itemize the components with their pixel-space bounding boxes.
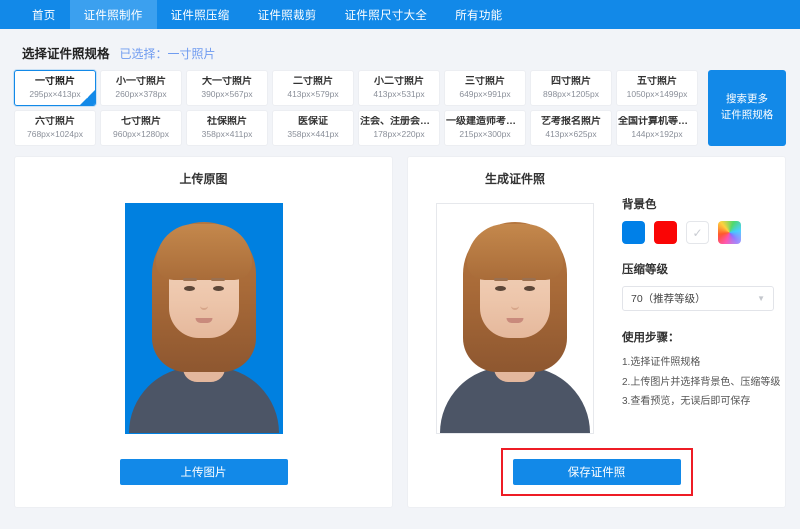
generated-panel-title: 生成证件照	[484, 172, 545, 186]
generated-photo-column: 生成证件照	[408, 170, 622, 434]
generated-photo	[436, 203, 594, 434]
spec-card-1cun[interactable]: 一寸照片 295px×413px ✓	[14, 70, 96, 106]
spec-name: 全国计算机等级...	[618, 115, 696, 127]
spec-size: 413px×531px	[373, 89, 425, 100]
spec-size: 413px×579px	[287, 89, 339, 100]
generation-controls: 背景色 ✓ 压缩等级 70（推荐等级） ▼ 使用步骤： 1.选择证件照规格 2.…	[622, 196, 782, 412]
spec-section-header: 选择证件照规格 已选择：一寸照片	[0, 29, 800, 70]
compression-level-value: 70（推荐等级）	[631, 293, 706, 305]
spec-grid: 一寸照片 295px×413px ✓ 小一寸照片 260px×378px 大一寸…	[14, 70, 702, 146]
search-more-line1: 搜索更多	[726, 93, 768, 106]
spec-card-large-1cun[interactable]: 大一寸照片 390px×567px	[186, 70, 268, 106]
nav-tab-id-photo-compress[interactable]: 证件照压缩	[157, 0, 244, 29]
spec-card-6cun[interactable]: 六寸照片 768px×1024px	[14, 110, 96, 146]
white-swatch[interactable]: ✓	[686, 221, 709, 244]
spec-chooser: 一寸照片 295px×413px ✓ 小一寸照片 260px×378px 大一寸…	[14, 70, 786, 148]
spec-size: 413px×625px	[545, 129, 597, 140]
spec-name: 四寸照片	[551, 75, 591, 87]
blue-swatch[interactable]	[622, 221, 645, 244]
spec-size: 960px×1280px	[112, 129, 169, 140]
spec-card-7cun[interactable]: 七寸照片 960px×1280px	[100, 110, 182, 146]
spec-size: 649px×991px	[459, 89, 511, 100]
chevron-down-icon: ▼	[757, 294, 765, 303]
usage-steps-title: 使用步骤：	[622, 332, 680, 344]
spec-size: 358px×441px	[287, 129, 339, 140]
spec-name: 六寸照片	[35, 115, 75, 127]
spec-size: 260px×378px	[115, 89, 167, 100]
check-icon: ✓	[80, 90, 95, 105]
portrait-image	[437, 204, 593, 433]
nav-tab-home[interactable]: 首页	[18, 0, 70, 29]
spec-card-medical-insurance[interactable]: 医保证 358px×441px	[272, 110, 354, 146]
background-color-swatches: ✓	[622, 221, 774, 244]
spec-card-2cun[interactable]: 二寸照片 413px×579px	[272, 70, 354, 106]
custom-color-swatch[interactable]	[718, 221, 741, 244]
spec-card-art-exam[interactable]: 艺考报名照片 413px×625px	[530, 110, 612, 146]
selected-spec-label: 已选择：一寸照片	[119, 47, 216, 61]
portrait-image	[126, 204, 282, 433]
spec-name: 小一寸照片	[116, 75, 166, 87]
original-photo	[124, 203, 283, 434]
search-more-line2: 证件照规格	[720, 109, 774, 121]
spec-name: 社保照片	[207, 115, 247, 127]
spec-card-3cun[interactable]: 三寸照片 649px×991px	[444, 70, 526, 106]
spec-size: 295px×413px	[29, 89, 81, 100]
spec-size: 898px×1205px	[542, 89, 599, 100]
usage-step-2: 2.上传图片并选择背景色、压缩等级	[622, 376, 781, 388]
spec-size: 178px×220px	[373, 129, 425, 140]
workspace: 上传原图 上传图片 生成证件照 背景色 ✓ 压缩等级 70（推荐等级） ▼ 使用…	[14, 156, 786, 508]
spec-size: 390px×567px	[201, 89, 253, 100]
spec-name: 小二寸照片	[374, 75, 424, 87]
spec-card-constructor-exam[interactable]: 一级建造师考试... 215px×300px	[444, 110, 526, 146]
spec-name: 大一寸照片	[202, 75, 252, 87]
upload-image-button[interactable]: 上传图片	[119, 459, 288, 485]
spec-card-social-security[interactable]: 社保照片 358px×411px	[186, 110, 268, 146]
spec-name: 医保证	[298, 115, 328, 127]
check-icon: ✓	[692, 225, 703, 240]
spec-size: 215px×300px	[459, 129, 511, 140]
spec-size: 144px×192px	[631, 129, 683, 140]
save-id-photo-button[interactable]: 保存证件照	[512, 459, 681, 485]
generated-photo-panel: 生成证件照 背景色 ✓ 压缩等级 70（推荐等级） ▼ 使用步骤： 1.选择证件…	[407, 156, 786, 508]
search-more-specs-button[interactable]: 搜索更多 证件照规格	[708, 70, 786, 146]
usage-step-3: 3.查看预览，无误后即可保存	[622, 396, 751, 407]
spec-card-5cun[interactable]: 五寸照片 1050px×1499px	[616, 70, 698, 106]
spec-card-cpa[interactable]: 注会、注册会计... 178px×220px	[358, 110, 440, 146]
spec-name: 一寸照片	[35, 75, 75, 87]
spec-name: 一级建造师考试...	[446, 115, 524, 127]
spec-card-4cun[interactable]: 四寸照片 898px×1205px	[530, 70, 612, 106]
spec-size: 1050px×1499px	[626, 89, 688, 100]
spec-card-computer-rank-exam[interactable]: 全国计算机等级... 144px×192px	[616, 110, 698, 146]
spec-name: 七寸照片	[121, 115, 161, 127]
upload-panel-title: 上传原图	[179, 172, 228, 186]
upload-original-panel: 上传原图 上传图片	[14, 156, 393, 508]
spec-name: 二寸照片	[293, 75, 333, 87]
usage-step-1: 1.选择证件照规格	[622, 357, 701, 368]
spec-name: 艺考报名照片	[541, 115, 601, 127]
spec-size: 358px×411px	[201, 129, 253, 140]
spec-card-small-1cun[interactable]: 小一寸照片 260px×378px	[100, 70, 182, 106]
background-color-label: 背景色	[622, 199, 657, 211]
spec-name: 注会、注册会计...	[360, 115, 438, 127]
nav-tab-id-photo-sizes[interactable]: 证件照尺寸大全	[331, 0, 442, 29]
nav-tab-all-features[interactable]: 所有功能	[441, 0, 516, 29]
compression-level-select[interactable]: 70（推荐等级） ▼	[622, 286, 774, 311]
red-swatch[interactable]	[654, 221, 677, 244]
nav-tab-id-photo-crop[interactable]: 证件照裁剪	[244, 0, 331, 29]
spec-name: 三寸照片	[465, 75, 505, 87]
spec-size: 768px×1024px	[26, 129, 83, 140]
spec-name: 五寸照片	[637, 75, 677, 87]
page-title: 选择证件照规格	[22, 47, 110, 61]
compression-level-label: 压缩等级	[622, 264, 668, 276]
spec-card-small-2cun[interactable]: 小二寸照片 413px×531px	[358, 70, 440, 106]
nav-tab-id-photo-maker[interactable]: 证件照制作	[69, 0, 157, 29]
main-navigation: 首页 证件照制作 证件照压缩 证件照裁剪 证件照尺寸大全 所有功能	[0, 0, 800, 29]
